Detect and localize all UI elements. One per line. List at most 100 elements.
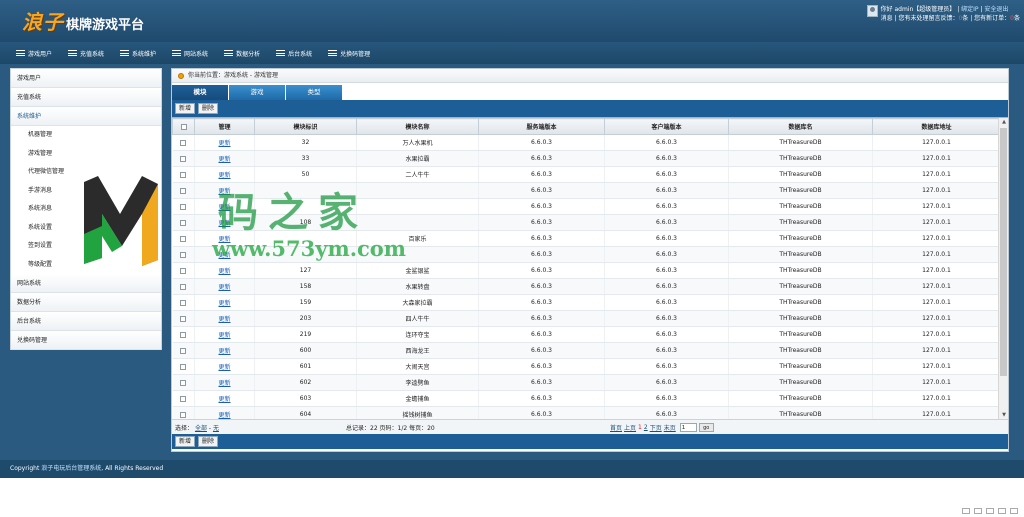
vertical-scrollbar[interactable]: ▲ ▼ <box>998 118 1008 419</box>
row-checkbox[interactable] <box>180 139 187 146</box>
row-checkbox[interactable] <box>180 187 187 194</box>
column-header: 数据库地址 <box>872 118 1001 135</box>
table-cell: 127.0.0.1 <box>872 358 1001 375</box>
update-link[interactable]: 更新 <box>218 396 230 403</box>
breadcrumb: 你当前位置：游戏系统 - 游戏管理 <box>172 69 1008 83</box>
update-link[interactable]: 更新 <box>218 172 230 179</box>
update-link[interactable]: 更新 <box>218 348 230 355</box>
update-link[interactable]: 更新 <box>218 380 230 387</box>
update-link[interactable]: 更新 <box>218 268 230 275</box>
row-checkbox[interactable] <box>180 267 187 274</box>
table-cell: 6.6.0.3 <box>604 390 729 407</box>
update-link[interactable]: 更新 <box>218 332 230 339</box>
row-checkbox-cell[interactable] <box>172 214 195 231</box>
row-checkbox-cell[interactable] <box>172 390 195 407</box>
row-checkbox[interactable] <box>180 299 187 306</box>
row-checkbox-cell[interactable] <box>172 358 195 375</box>
scroll-thumb[interactable] <box>1000 128 1007 376</box>
nav-item-website[interactable]: 网站系统 <box>172 49 208 58</box>
row-checkbox[interactable] <box>180 235 187 242</box>
row-checkbox-cell[interactable] <box>172 134 195 151</box>
nav-item-analytics[interactable]: 数据分析 <box>224 49 260 58</box>
row-checkbox-cell[interactable] <box>172 182 195 199</box>
update-link[interactable]: 更新 <box>218 412 230 419</box>
row-checkbox-cell[interactable] <box>172 198 195 215</box>
update-link[interactable]: 更新 <box>218 316 230 323</box>
row-checkbox[interactable] <box>180 363 187 370</box>
prev-page-link[interactable]: 上页 <box>624 423 636 432</box>
row-checkbox-cell[interactable] <box>172 310 195 327</box>
row-checkbox[interactable] <box>180 251 187 258</box>
row-checkbox[interactable] <box>180 395 187 402</box>
logo-subtitle: 棋牌游戏平台 <box>66 18 145 33</box>
tab-game[interactable]: 游戏 <box>229 85 285 100</box>
row-checkbox-cell[interactable] <box>172 166 195 183</box>
update-link[interactable]: 更新 <box>218 300 230 307</box>
delete-button-bottom[interactable]: 删除 <box>198 436 219 447</box>
row-checkbox[interactable] <box>180 219 187 226</box>
row-checkbox[interactable] <box>180 171 187 178</box>
go-button[interactable]: go <box>698 422 714 432</box>
page-2-link[interactable]: 2 <box>644 424 648 431</box>
scroll-up-icon[interactable]: ▲ <box>999 118 1008 127</box>
sidebar-item-backend[interactable]: 后台系统 <box>11 312 161 331</box>
row-checkbox-cell[interactable] <box>172 326 195 343</box>
sidebar-item-game-users[interactable]: 游戏用户 <box>11 69 161 88</box>
next-page-link[interactable]: 下页 <box>650 423 662 432</box>
row-checkbox-cell[interactable] <box>172 406 195 419</box>
last-page-link[interactable]: 末页 <box>664 423 676 432</box>
update-link[interactable]: 更新 <box>218 284 230 291</box>
order-unit: 条 <box>1013 15 1020 22</box>
select-all-checkbox[interactable] <box>172 118 195 135</box>
sidebar-item-redeem[interactable]: 兑换码管理 <box>11 331 161 350</box>
row-checkbox-cell[interactable] <box>172 246 195 263</box>
row-checkbox[interactable] <box>180 203 187 210</box>
checkbox[interactable] <box>180 123 187 130</box>
row-checkbox-cell[interactable] <box>172 374 195 391</box>
select-all-link[interactable]: 全部 <box>195 425 207 432</box>
nav-item-backend[interactable]: 后台系统 <box>276 49 312 58</box>
row-checkbox[interactable] <box>180 379 187 386</box>
row-checkbox[interactable] <box>180 315 187 322</box>
scroll-down-icon[interactable]: ▼ <box>999 411 1008 419</box>
nav-item-recharge[interactable]: 充值系统 <box>68 49 104 58</box>
row-checkbox[interactable] <box>180 283 187 290</box>
row-checkbox[interactable] <box>180 331 187 338</box>
row-checkbox-cell[interactable] <box>172 230 195 247</box>
update-link[interactable]: 更新 <box>218 156 230 163</box>
page-1-link[interactable]: 1 <box>638 424 642 431</box>
update-link[interactable]: 更新 <box>218 140 230 147</box>
delete-button[interactable]: 删除 <box>198 103 219 114</box>
select-none-link[interactable]: 无 <box>213 425 219 432</box>
row-checkbox[interactable] <box>180 347 187 354</box>
add-button-bottom[interactable]: 新增 <box>175 436 196 447</box>
row-checkbox[interactable] <box>180 155 187 162</box>
page-input[interactable]: 1 <box>679 422 697 432</box>
first-page-link[interactable]: 首页 <box>610 423 622 432</box>
nav-item-redeem[interactable]: 兑换码管理 <box>328 49 370 58</box>
tab-type[interactable]: 类型 <box>286 85 342 100</box>
table-cell: 6.6.0.3 <box>604 214 729 231</box>
sidebar-item-maintenance[interactable]: 系统维护 <box>11 107 161 126</box>
row-checkbox[interactable] <box>180 411 187 418</box>
sidebar-item-recharge[interactable]: 充值系统 <box>11 88 161 107</box>
update-link[interactable]: 更新 <box>218 364 230 371</box>
row-checkbox-cell[interactable] <box>172 294 195 311</box>
nav-item-maintenance[interactable]: 系统维护 <box>120 49 156 58</box>
sidebar-sub-robot[interactable]: 机器管理 <box>11 126 161 145</box>
nav-item-game-users[interactable]: 游戏用户 <box>16 49 52 58</box>
sidebar-sub-game[interactable]: 游戏管理 <box>11 144 161 163</box>
logout-link[interactable]: 安全退出 <box>984 6 1008 13</box>
nav-label: 兑换码管理 <box>340 50 371 58</box>
sidebar-item-website[interactable]: 网站系统 <box>11 274 161 293</box>
tab-module[interactable]: 模块 <box>172 85 228 100</box>
row-checkbox-cell[interactable] <box>172 342 195 359</box>
sidebar-item-analytics[interactable]: 数据分析 <box>11 293 161 312</box>
row-checkbox-cell[interactable] <box>172 278 195 295</box>
bind-ip-link[interactable]: 绑定IP <box>961 6 978 13</box>
table-cell: THTreasureDB <box>728 182 873 199</box>
footer-link[interactable]: 浪子电玩后台管理系统 <box>41 465 101 472</box>
add-button[interactable]: 新增 <box>175 103 196 114</box>
row-checkbox-cell[interactable] <box>172 150 195 167</box>
row-checkbox-cell[interactable] <box>172 262 195 279</box>
